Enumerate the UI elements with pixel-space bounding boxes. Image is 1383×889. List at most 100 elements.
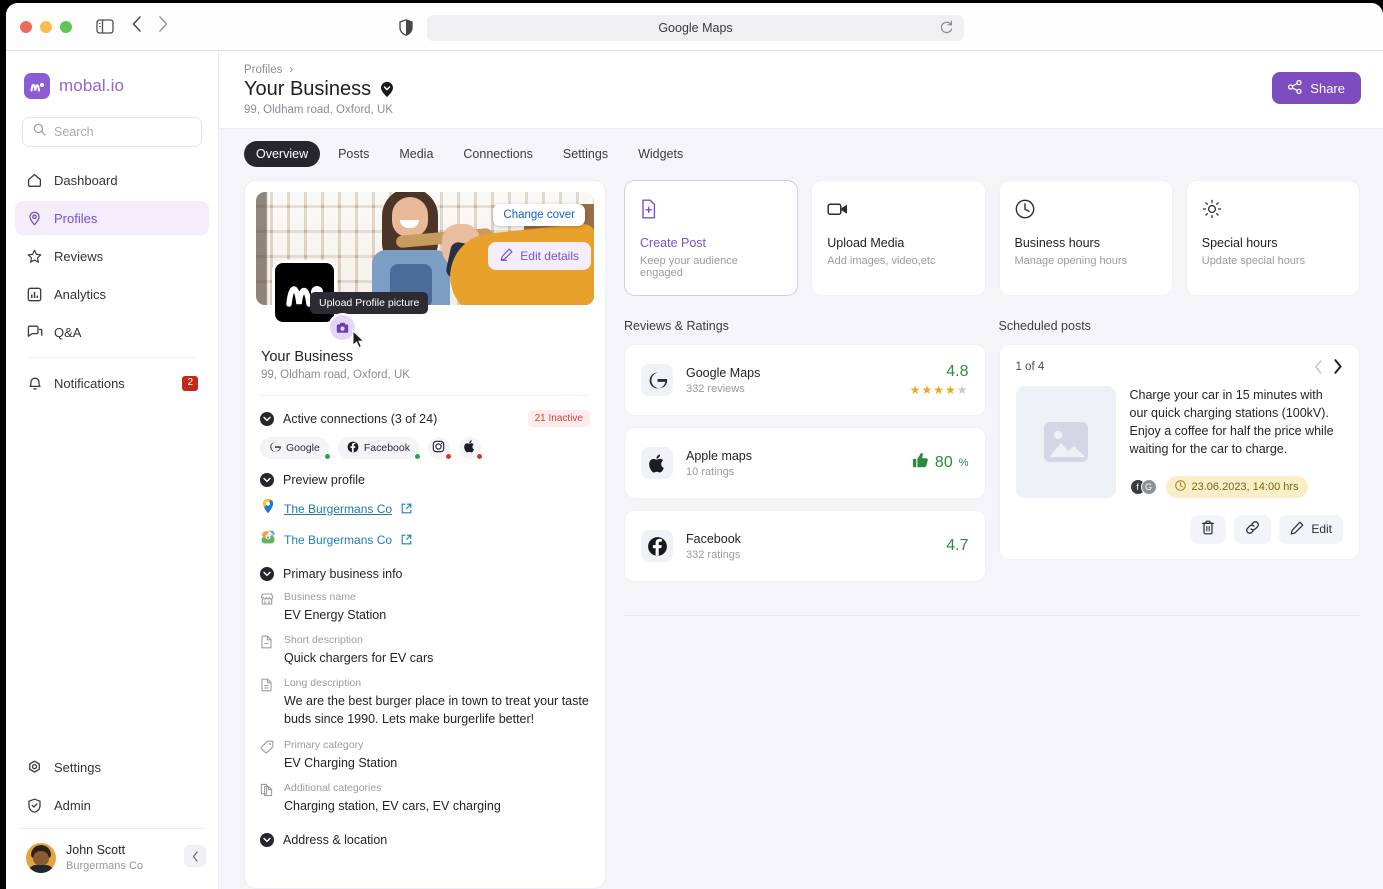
- home-icon: [26, 172, 43, 189]
- star-icon: [26, 248, 43, 265]
- search-input[interactable]: [54, 125, 191, 139]
- connection-chip-instagram[interactable]: [427, 437, 452, 460]
- brand-logo[interactable]: mobal.io: [6, 51, 218, 99]
- sidebar-item-notifications[interactable]: Notifications 2: [15, 366, 209, 400]
- review-count: 332 ratings: [686, 548, 741, 561]
- chevron-down-icon: [260, 411, 274, 426]
- review-row-apple-maps[interactable]: Apple maps 10 ratings 80 %: [624, 427, 986, 499]
- share-button-label: Share: [1310, 80, 1345, 96]
- shield-icon[interactable]: [399, 19, 413, 41]
- edit-post-button[interactable]: Edit: [1279, 514, 1343, 544]
- change-cover-button[interactable]: Change cover: [493, 204, 585, 226]
- tab-settings[interactable]: Settings: [551, 141, 620, 167]
- reload-icon[interactable]: [939, 20, 954, 38]
- card-title: Special hours: [1201, 236, 1278, 250]
- next-post-button[interactable]: [1333, 359, 1343, 374]
- share-icon: [1288, 79, 1302, 97]
- connection-chip-apple[interactable]: [458, 437, 483, 460]
- share-button[interactable]: Share: [1272, 72, 1361, 104]
- link-icon: [1245, 520, 1260, 538]
- chevron-down-icon: [260, 473, 274, 487]
- field-value: Charging station, EV cars, EV charging: [284, 798, 501, 813]
- preview-profile-section[interactable]: Preview profile: [260, 473, 594, 487]
- delete-post-button[interactable]: [1190, 514, 1227, 544]
- search-box[interactable]: [22, 117, 202, 147]
- sidebar-toggle-icon[interactable]: [96, 19, 114, 34]
- review-score: 80: [934, 454, 953, 471]
- sidebar-item-admin[interactable]: Admin: [15, 788, 209, 822]
- close-window-button[interactable]: [20, 20, 32, 33]
- preview-link-apple-maps[interactable]: The Burgermans Co: [261, 530, 594, 549]
- upload-media-card[interactable]: Upload Media Add images, video,etc: [811, 180, 986, 296]
- window-controls: [20, 20, 72, 33]
- sidebar-item-profiles[interactable]: Profiles: [15, 201, 209, 235]
- apple-icon: [641, 447, 673, 479]
- sidebar-item-label: Notifications: [54, 375, 125, 391]
- active-connections-section[interactable]: Active connections (3 of 24) 21 Inactive: [260, 410, 594, 427]
- sidebar-item-dashboard[interactable]: Dashboard: [15, 163, 209, 197]
- field-value: Quick chargers for EV cars: [284, 651, 434, 666]
- tab-connections[interactable]: Connections: [451, 141, 545, 167]
- minimize-window-button[interactable]: [40, 20, 52, 33]
- scheduled-posts-panel: Scheduled posts 1 of 4 Charge your car i…: [998, 319, 1360, 593]
- collapse-sidebar-button[interactable]: [184, 845, 206, 868]
- shield-check-icon: [26, 797, 43, 814]
- doc-lines-icon: [260, 677, 275, 728]
- avatar: [26, 842, 56, 873]
- google-icon: [269, 441, 281, 456]
- trash-icon: [1201, 520, 1215, 538]
- sidebar-item-settings[interactable]: Settings: [15, 750, 209, 784]
- breadcrumb-link-profiles[interactable]: Profiles: [244, 64, 282, 76]
- maximize-window-button[interactable]: [60, 20, 72, 33]
- sidebar-item-label: Reviews: [54, 248, 104, 264]
- tab-widgets[interactable]: Widgets: [626, 141, 695, 167]
- card-title: Business hours: [1014, 236, 1100, 250]
- clock-icon: [1174, 479, 1186, 494]
- special-hours-card[interactable]: Special hours Update special hours: [1185, 180, 1360, 296]
- create-post-card[interactable]: Create Post Keep your audience engaged: [624, 180, 799, 296]
- edit-details-button[interactable]: Edit details: [488, 242, 591, 270]
- profile-switcher-icon[interactable]: [380, 81, 394, 98]
- tab-overview[interactable]: Overview: [244, 141, 321, 167]
- review-row-facebook[interactable]: Facebook 332 ratings 4.7: [624, 510, 986, 582]
- sidebar-item-qa[interactable]: Q&A: [15, 315, 209, 349]
- store-icon: [260, 591, 275, 624]
- address-bar[interactable]: Google Maps: [427, 15, 964, 41]
- apple-icon: [464, 440, 475, 456]
- connection-chip-google[interactable]: Google: [260, 437, 331, 460]
- tab-posts[interactable]: Posts: [326, 141, 381, 167]
- review-row-google[interactable]: Google Maps 332 reviews 4.8 ★★★★★: [624, 344, 986, 416]
- facebook-icon: [641, 530, 673, 562]
- address-location-section[interactable]: Address & location: [260, 832, 594, 847]
- user-profile-row[interactable]: John Scott Burgermans Co: [18, 828, 206, 889]
- sidebar-item-reviews[interactable]: Reviews: [15, 239, 209, 273]
- field-business-name: Business name EV Energy Station: [260, 591, 594, 624]
- active-connections-title: Active connections (3 of 24): [283, 411, 438, 426]
- upload-profile-picture-tooltip: Upload Profile picture: [310, 292, 429, 319]
- status-dot: [323, 453, 331, 460]
- sidebar-item-analytics[interactable]: Analytics: [15, 277, 209, 311]
- card-title: Create Post: [640, 236, 707, 250]
- copy-link-button[interactable]: [1234, 514, 1272, 544]
- sidebar-item-label: Settings: [54, 759, 101, 775]
- post-networks: f G: [1129, 478, 1157, 495]
- prev-post-button[interactable]: [1314, 359, 1323, 374]
- reviews-panel: Reviews & Ratings Google Maps 332 review…: [624, 319, 986, 593]
- page-header: Profiles › Your Business 99, Oldham road…: [219, 51, 1383, 128]
- connection-chip-label: Google: [286, 442, 320, 454]
- facebook-icon: [347, 441, 359, 456]
- divider: [260, 395, 590, 396]
- browser-forward-icon[interactable]: [158, 16, 168, 37]
- primary-business-info-section[interactable]: Primary business info: [260, 567, 594, 581]
- external-link-icon: [401, 503, 412, 514]
- status-dot: [444, 453, 452, 460]
- review-score: 4.7: [946, 537, 969, 554]
- preview-link-google[interactable]: The Burgermans Co: [261, 498, 594, 519]
- field-short-description: Short description Quick chargers for EV …: [260, 634, 594, 667]
- tab-media[interactable]: Media: [387, 141, 445, 167]
- business-hours-card[interactable]: Business hours Manage opening hours: [998, 180, 1173, 296]
- preview-profile-title: Preview profile: [283, 473, 365, 487]
- browser-back-icon[interactable]: [132, 16, 142, 37]
- connection-chip-facebook[interactable]: Facebook: [337, 437, 421, 460]
- thumbs-up-icon: [912, 452, 929, 474]
